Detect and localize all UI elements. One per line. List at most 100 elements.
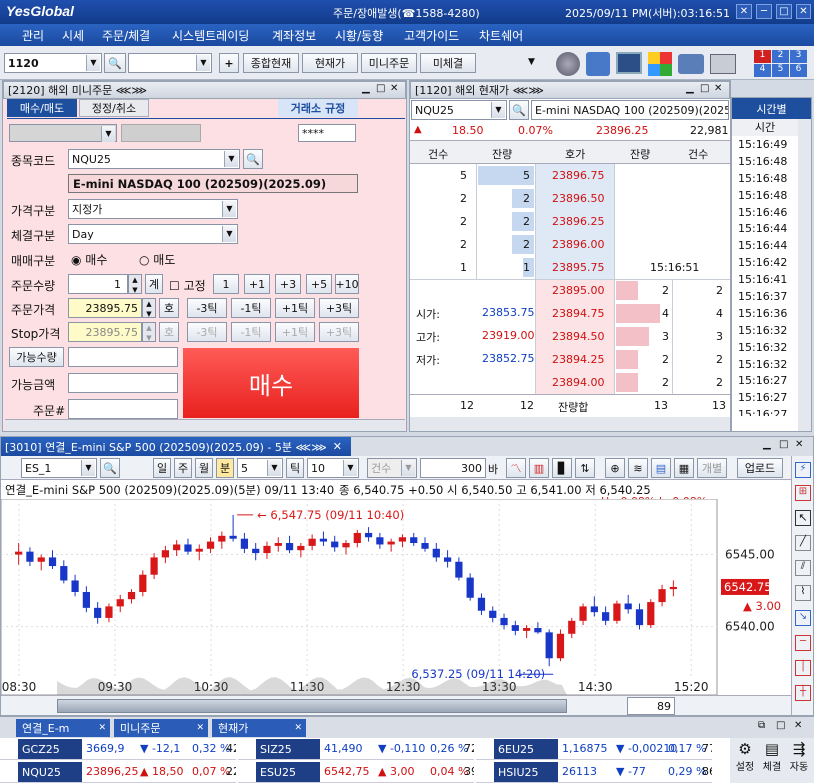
tab-mini-order[interactable]: 미니주문 ✕ [114, 719, 208, 737]
chevron-down-icon[interactable]: ▼ [222, 226, 236, 242]
count-type-select[interactable]: 건수 ▼ [367, 458, 417, 478]
layout-2-button[interactable]: 2 [772, 50, 789, 63]
pointer-icon[interactable]: ↖ [795, 510, 811, 526]
settings-button[interactable]: ⚙ 설정 [732, 740, 758, 780]
tick-minus3-button[interactable]: -3틱 [187, 298, 227, 318]
ask-price[interactable]: 23896.00 [552, 233, 605, 256]
fixed-checkbox[interactable]: ☐ 고정 [169, 277, 206, 294]
count-input[interactable]: 300 [420, 458, 486, 478]
line-chart-icon[interactable]: 〽 [506, 458, 526, 478]
ticker-item[interactable]: 6EU25 1,16875 ▼ -0,00210 0,17 % 77 [476, 738, 712, 760]
layout-3-button[interactable]: 3 [790, 50, 807, 63]
close-icon[interactable]: ✕ [390, 83, 398, 94]
menu-account[interactable]: 계좌정보 [272, 27, 316, 44]
horizontal-scrollbar[interactable] [5, 419, 405, 431]
cross-line-icon[interactable]: ┼ [795, 685, 811, 701]
period-month-button[interactable]: 월 [195, 458, 213, 478]
vline-icon[interactable]: │ [795, 660, 811, 676]
bid-price[interactable]: 23894.25 [552, 348, 605, 371]
chart-setting-icon[interactable]: ⊕ [605, 458, 625, 478]
close-icon[interactable]: ✕ [294, 723, 302, 733]
maximize-icon[interactable]: □ [376, 83, 385, 94]
close-app-icon[interactable]: ✕ [796, 4, 811, 19]
search-icon[interactable]: 🔍 [509, 100, 529, 120]
chart-symbol-input[interactable]: ES_1 ▼ [21, 458, 97, 478]
bid-price[interactable]: 23894.00 [552, 371, 605, 394]
chevron-down-icon[interactable]: ▼ [86, 55, 100, 71]
search-icon[interactable]: 🔍 [243, 149, 263, 169]
zoom-value[interactable]: 89 [627, 697, 675, 715]
ask-price[interactable]: 23895.75 [552, 256, 605, 279]
price-stepper[interactable]: ▲ ▼ [142, 298, 156, 318]
password-input[interactable]: **** [298, 124, 356, 142]
menu-chartshare[interactable]: 차트쉐어 [479, 27, 523, 44]
fibo-icon[interactable]: ⌇ [795, 585, 811, 601]
channel-icon[interactable]: ⫽ [795, 560, 811, 576]
fills-button[interactable]: ▤ 체결 [759, 740, 785, 780]
quote-button[interactable]: 호 [159, 298, 179, 318]
candle-chart-icon[interactable]: ▥ [529, 458, 549, 478]
screen-number-input[interactable]: 1120 ▼ [4, 53, 102, 73]
qty-plus5-button[interactable]: +5 [306, 274, 332, 294]
menu-order[interactable]: 주문/체결 [102, 27, 150, 44]
maximize-icon[interactable]: □ [776, 4, 792, 19]
ask-price[interactable]: 23896.50 [552, 187, 605, 210]
menu-admin[interactable]: 관리 [22, 27, 44, 44]
arrow-line-icon[interactable]: ↘ [795, 610, 811, 626]
radio-buy[interactable]: ◉ 매수 [71, 251, 107, 268]
screen-search-input[interactable]: ▼ [128, 53, 212, 73]
period-minute-button[interactable]: 분 [216, 458, 234, 478]
table-icon[interactable]: ▦ [674, 458, 694, 478]
tab-buy-sell[interactable]: 매수/매도 [7, 99, 77, 117]
minimize-icon[interactable]: ▁ [763, 439, 771, 450]
symbol-input[interactable]: NQU25 ▼ [68, 149, 240, 169]
chevron-down-icon[interactable]: ▼ [401, 460, 415, 476]
calc-button[interactable]: 계 [145, 274, 163, 294]
layout-6-button[interactable]: 6 [790, 64, 807, 77]
tab-chart[interactable]: 연결_E-m ✕ [16, 719, 110, 737]
chevron-down-icon[interactable]: ▼ [224, 151, 238, 167]
qty-1-button[interactable]: 1 [213, 274, 239, 294]
chevron-down-icon[interactable]: ▼ [343, 460, 357, 476]
mini-order-button[interactable]: 미니주문 [361, 53, 417, 73]
qty-plus3-button[interactable]: +3 [275, 274, 301, 294]
tick-plus1-button[interactable]: +1틱 [275, 298, 315, 318]
vertical-scrollbar[interactable] [798, 119, 811, 431]
cursor-cross-icon[interactable]: ⚡ [795, 462, 811, 478]
trendline-icon[interactable]: ╱ [795, 535, 811, 551]
account-select[interactable]: ▼ [9, 124, 117, 142]
minimize-icon[interactable]: ─ [756, 4, 772, 19]
search-icon[interactable]: 🔍 [104, 53, 126, 73]
close-icon[interactable]: ✕ [98, 723, 106, 733]
monitor-icon[interactable] [616, 52, 642, 74]
price-type-select[interactable]: 지정가 ▼ [68, 199, 238, 219]
ticker-item[interactable]: NQU25 23896,25 ▲ 18,50 0,07 % 22 [0, 761, 236, 783]
layout-1-button[interactable]: 1 [754, 50, 771, 63]
volume-chart-icon[interactable]: ▊ [552, 458, 572, 478]
document-icon[interactable] [586, 52, 610, 76]
maximize-icon[interactable]: □ [779, 439, 788, 450]
auto-button[interactable]: ⇶ 자동 [786, 740, 812, 780]
chart-scrollbar[interactable]: 89 [1, 695, 791, 715]
buy-button[interactable]: 매수 [183, 348, 359, 418]
qty-plus1-button[interactable]: +1 [244, 274, 270, 294]
period-day-button[interactable]: 일 [153, 458, 171, 478]
menu-market[interactable]: 시황/동향 [335, 27, 383, 44]
scroll-thumb[interactable] [57, 699, 567, 713]
exchange-rule-link[interactable]: 거래소 규정 [278, 99, 358, 117]
stop-tick-minus1-button[interactable]: -1틱 [231, 322, 271, 342]
period-week-button[interactable]: 주 [174, 458, 192, 478]
close-icon[interactable]: ✕ [795, 439, 803, 450]
minimize-icon[interactable]: ▁ [362, 83, 370, 94]
chevron-down-icon[interactable]: ▼ [196, 55, 210, 71]
fill-type-select[interactable]: Day ▼ [68, 224, 238, 244]
hline-icon[interactable]: ─ [795, 635, 811, 651]
search-icon[interactable]: 🔍 [100, 458, 120, 478]
ask-price[interactable]: 23896.25 [552, 210, 605, 233]
bid-price[interactable]: 23894.75 [552, 302, 605, 325]
ticker-item[interactable]: SIZ25 41,490 ▼ -0,110 0,26 % 72 [238, 738, 474, 760]
minimize-icon[interactable]: ▁ [686, 83, 694, 94]
tick-minus1-button[interactable]: -1틱 [231, 298, 271, 318]
close-icon[interactable]: ✕ [333, 440, 342, 453]
chevron-down-icon[interactable]: ▼ [267, 460, 281, 476]
